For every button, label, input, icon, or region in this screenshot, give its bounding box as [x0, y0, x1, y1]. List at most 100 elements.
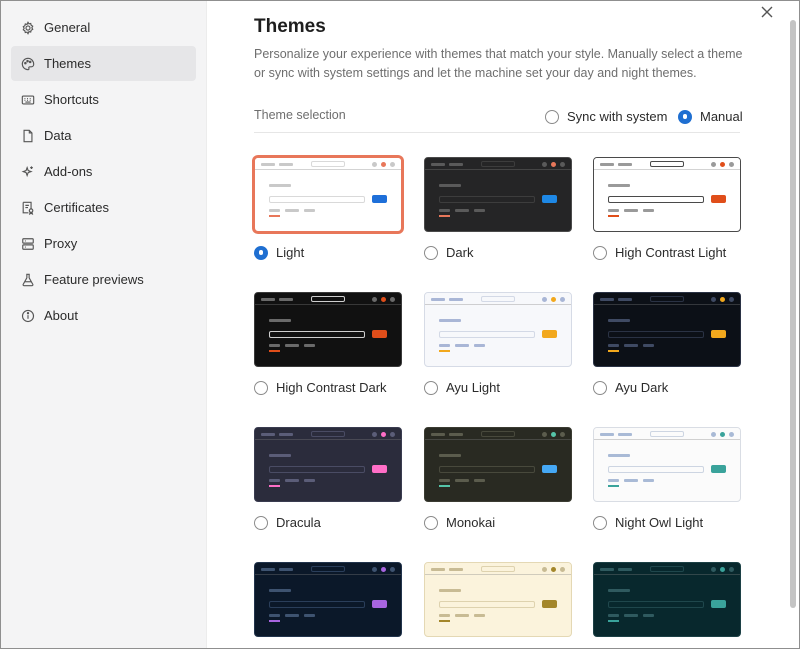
theme-radio[interactable] — [424, 515, 438, 530]
theme-option[interactable]: Night Owl Light — [593, 515, 703, 530]
sidebar-item-shortcuts[interactable]: Shortcuts — [11, 82, 196, 117]
sidebar-item-data[interactable]: Data — [11, 118, 196, 153]
theme-option[interactable]: High Contrast Light — [593, 245, 726, 260]
preview-button — [542, 465, 557, 473]
theme-card[interactable] — [254, 562, 402, 637]
preview-link — [304, 344, 315, 347]
theme-option[interactable]: Light — [254, 245, 304, 260]
preview-button — [542, 600, 557, 608]
preview-link — [455, 479, 469, 482]
preview-dot — [560, 297, 565, 302]
sidebar-item-proxy[interactable]: Proxy — [11, 226, 196, 261]
theme-preview[interactable] — [254, 427, 402, 502]
manual-radio[interactable] — [678, 109, 692, 124]
theme-card[interactable]: Night Owl Light — [593, 427, 741, 530]
sidebar-item-about[interactable]: About — [11, 298, 196, 333]
theme-radio[interactable] — [593, 245, 607, 260]
scrollbar-thumb[interactable] — [790, 20, 796, 608]
theme-radio[interactable] — [424, 380, 438, 395]
preview-link — [643, 344, 654, 347]
preview-link — [285, 344, 299, 347]
preview-tab — [279, 433, 293, 436]
theme-name: Night Owl Light — [615, 515, 704, 530]
sidebar-item-themes[interactable]: Themes — [11, 46, 196, 81]
preview-active-indicator — [608, 215, 619, 217]
theme-card[interactable]: High Contrast Dark — [254, 292, 402, 395]
sync-radio[interactable] — [545, 109, 559, 124]
theme-radio[interactable] — [254, 245, 268, 260]
proxy-icon — [21, 237, 35, 251]
theme-option[interactable]: Dracula — [254, 515, 321, 530]
preview-link — [624, 614, 638, 617]
theme-preview[interactable] — [593, 427, 741, 502]
preview-active-indicator — [439, 215, 450, 217]
theme-preview[interactable] — [424, 427, 572, 502]
theme-preview[interactable] — [593, 562, 741, 637]
theme-preview[interactable] — [593, 292, 741, 367]
preview-tab — [261, 568, 275, 571]
preview-heading — [439, 589, 461, 592]
preview-link — [304, 479, 315, 482]
theme-option[interactable]: Monokai — [424, 515, 495, 530]
theme-radio[interactable] — [254, 515, 268, 530]
preview-link — [439, 479, 450, 482]
preview-tab — [431, 298, 445, 301]
theme-radio[interactable] — [593, 380, 607, 395]
preview-dot — [729, 432, 734, 437]
preview-link — [455, 344, 469, 347]
theme-preview[interactable] — [254, 157, 402, 232]
theme-card[interactable]: Ayu Light — [424, 292, 572, 395]
theme-card[interactable]: Light — [254, 157, 402, 260]
theme-preview[interactable] — [254, 562, 402, 637]
page-title: Themes — [254, 16, 326, 37]
theme-card[interactable] — [593, 562, 741, 637]
theme-preview[interactable] — [593, 157, 741, 232]
preview-link — [608, 614, 619, 617]
theme-preview[interactable] — [424, 292, 572, 367]
sidebar-item-add-ons[interactable]: Add-ons — [11, 154, 196, 189]
theme-radio[interactable] — [593, 515, 607, 530]
sidebar-item-certificates[interactable]: Certificates — [11, 190, 196, 225]
theme-name: Ayu Light — [446, 380, 500, 395]
scrollbar[interactable] — [787, 1, 799, 648]
preview-dot — [372, 162, 377, 167]
preview-dot — [372, 432, 377, 437]
theme-name: Monokai — [446, 515, 496, 530]
preview-active-indicator — [269, 215, 280, 217]
theme-preview[interactable] — [424, 562, 572, 637]
preview-dot — [729, 297, 734, 302]
sidebar-item-feature-previews[interactable]: Feature previews — [11, 262, 196, 297]
theme-preview[interactable] — [424, 157, 572, 232]
theme-radio[interactable] — [254, 380, 268, 395]
preview-tab — [618, 298, 632, 301]
preview-dot — [372, 297, 377, 302]
preview-heading — [269, 184, 291, 187]
preview-heading — [269, 589, 291, 592]
sidebar-item-label: Themes — [44, 56, 91, 71]
sync-with-system-option[interactable]: Sync with system — [545, 109, 667, 124]
theme-card[interactable]: Monokai — [424, 427, 572, 530]
preview-dot — [720, 567, 725, 572]
sidebar-item-general[interactable]: General — [11, 10, 196, 45]
theme-card[interactable]: High Contrast Light — [593, 157, 741, 260]
preview-active-indicator — [608, 485, 619, 487]
preview-link — [269, 209, 280, 212]
preview-link — [643, 209, 654, 212]
theme-card[interactable]: Ayu Dark — [593, 292, 741, 395]
page-description: Personalize your experience with themes … — [254, 47, 743, 80]
theme-card[interactable]: Dark — [424, 157, 572, 260]
preview-active-indicator — [439, 620, 450, 622]
theme-card[interactable] — [424, 562, 572, 637]
theme-preview[interactable] — [254, 292, 402, 367]
theme-radio[interactable] — [424, 245, 438, 260]
theme-option[interactable]: Dark — [424, 245, 473, 260]
theme-option[interactable]: High Contrast Dark — [254, 380, 387, 395]
theme-card[interactable]: Dracula — [254, 427, 402, 530]
close-button[interactable] — [759, 4, 775, 20]
theme-option[interactable]: Ayu Dark — [593, 380, 668, 395]
manual-option[interactable]: Manual — [678, 109, 743, 124]
preview-search — [650, 566, 684, 572]
theme-option[interactable]: Ayu Light — [424, 380, 500, 395]
certificate-icon — [21, 201, 35, 215]
preview-active-indicator — [608, 350, 619, 352]
